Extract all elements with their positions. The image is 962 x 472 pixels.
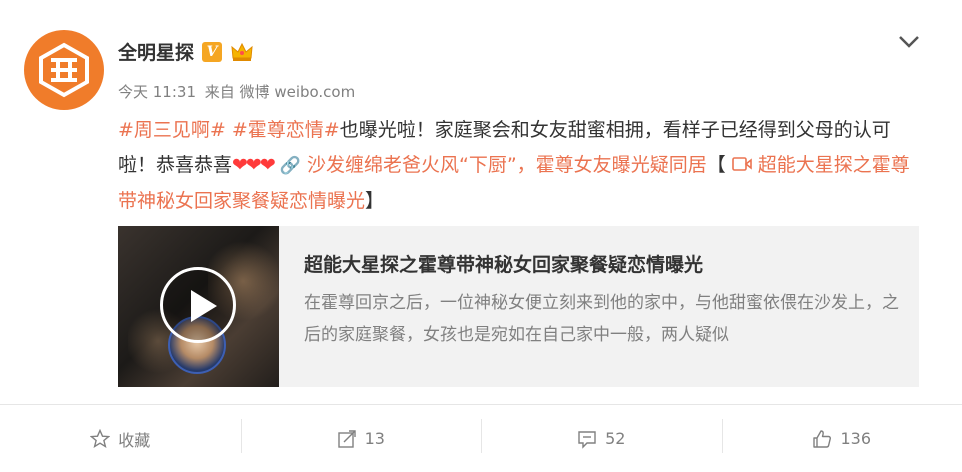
comment-count: 52	[605, 429, 626, 448]
repost-button[interactable]: 13	[240, 405, 482, 472]
bracket-close: 】	[365, 190, 385, 212]
hearts-emoji: ❤❤❤	[232, 154, 276, 176]
favorite-label: 收藏	[118, 430, 151, 450]
like-icon	[813, 429, 832, 448]
favorite-button[interactable]: 收藏	[0, 405, 241, 472]
video-card-description: 在霍尊回京之后，一位神秘女便立刻来到他的家中，与他甜蜜依偎在沙发上，之后的家庭聚…	[304, 293, 899, 345]
video-thumbnail[interactable]	[118, 226, 279, 387]
post-meta: 今天 11:31 来自 微博 weibo.com	[118, 81, 359, 102]
star-icon	[90, 428, 111, 448]
like-count: 136	[840, 429, 872, 448]
post-source: 来自 微博 weibo.com	[204, 83, 356, 101]
article-link-text: 沙发缠绵老爸火风“下厨”，霍尊女友曝光疑同居	[307, 154, 707, 176]
author-name[interactable]: 全明星探	[118, 38, 194, 65]
video-card-title[interactable]: 超能大星探之霍尊带神秘女回家聚餐疑恋情曝光	[304, 250, 703, 277]
hashtag-1[interactable]: #周三见啊#	[118, 119, 226, 141]
comment-button[interactable]: 52	[481, 405, 722, 472]
article-link[interactable]: 🔗 沙发缠绵老爸火风“下厨”，霍尊女友曝光疑同居	[280, 154, 707, 176]
author-avatar[interactable]	[24, 30, 104, 110]
verified-icon[interactable]: V	[202, 41, 223, 62]
post-time[interactable]: 今天 11:31	[118, 83, 196, 101]
repost-icon	[337, 429, 356, 448]
play-icon[interactable]	[160, 267, 236, 343]
bracket-open: 【	[706, 154, 726, 176]
video-icon	[731, 156, 752, 171]
chevron-down-icon[interactable]	[896, 28, 922, 54]
repost-count: 13	[364, 429, 385, 448]
action-bar: 收藏 13 52 136	[0, 405, 962, 472]
like-button[interactable]: 136	[721, 405, 962, 472]
hashtag-2[interactable]: #霍尊恋情#	[232, 119, 340, 141]
weibo-post-card: 全明星探 V 今天 11:31 来自 微博 weibo.com #周三见啊# #…	[0, 0, 962, 472]
author-row: 全明星探 V	[118, 38, 254, 65]
video-card[interactable]: 超能大星探之霍尊带神秘女回家聚餐疑恋情曝光 在霍尊回京之后，一位神秘女便立刻来到…	[118, 226, 919, 387]
post-text: #周三见啊# #霍尊恋情#也曝光啦！家庭聚会和女友甜蜜相拥，看样子已经得到父母的…	[118, 113, 918, 219]
crown-icon[interactable]	[230, 41, 254, 63]
link-icon: 🔗	[279, 156, 301, 176]
comment-icon	[578, 430, 596, 449]
logo-icon	[39, 42, 89, 98]
